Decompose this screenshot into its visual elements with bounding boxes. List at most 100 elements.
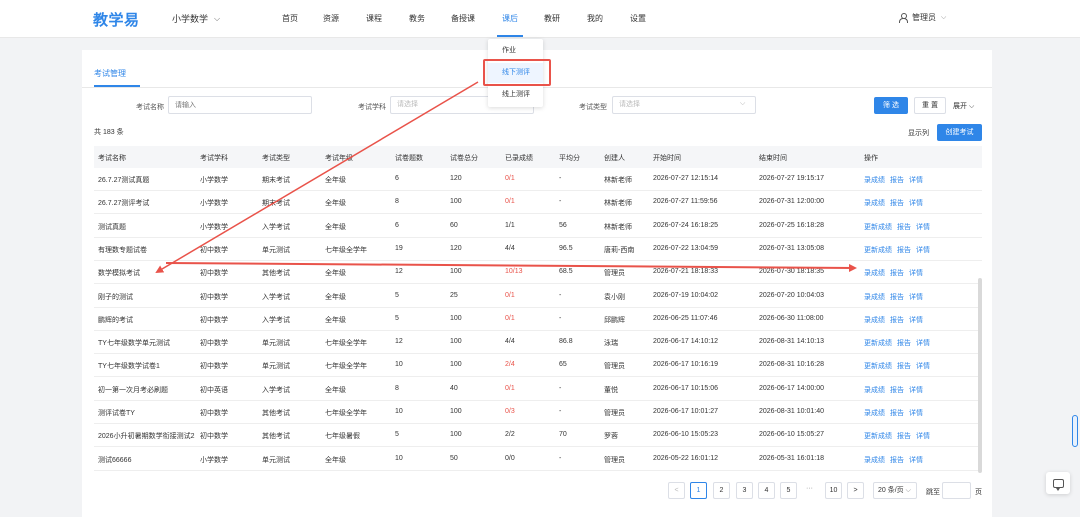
details-link[interactable]: 详情 (909, 198, 923, 208)
table-scrollbar[interactable] (978, 278, 982, 473)
cell-end-time: 2026-06-17 14:00:00 (759, 384, 824, 392)
subject-selector[interactable]: 小学数学 ⌵ (172, 12, 220, 25)
details-link[interactable]: 详情 (909, 455, 923, 465)
details-link[interactable]: 详情 (909, 268, 923, 278)
pagination-page-4[interactable]: 4 (758, 482, 775, 499)
col-header-end-time: 结束时间 (759, 155, 787, 162)
show-columns-button[interactable]: 显示列 (908, 128, 929, 138)
details-link[interactable]: 详情 (909, 385, 923, 395)
record-score-link[interactable]: 录成绩 (864, 455, 885, 465)
chat-button[interactable] (1046, 472, 1070, 494)
page-size-select[interactable]: 20 条/页 ⌵ (873, 482, 917, 499)
nav-item-settings[interactable]: 设置 (630, 13, 646, 24)
cell-subject: 初中数学 (200, 316, 228, 324)
pagination-next[interactable]: > (847, 482, 864, 499)
cell-end-time: 2026-05-31 16:01:18 (759, 454, 824, 462)
table-header: 考试名称 考试学科 考试类型 考试年级 试卷题数 试卷总分 已录成绩 平均分 创… (94, 146, 982, 168)
cell-grade: 七年级全学年 (325, 410, 367, 417)
record-score-link[interactable]: 录成绩 (864, 385, 885, 395)
cell-creator: 邱鹏辉 (604, 316, 625, 324)
report-link[interactable]: 报告 (890, 455, 904, 465)
cell-average: - (559, 175, 562, 182)
expand-toggle[interactable]: 展开 ⌵ (953, 101, 974, 111)
chevron-down-icon: ⌵ (968, 103, 975, 110)
details-link[interactable]: 详情 (916, 245, 930, 255)
nav-item-courses[interactable]: 课程 (366, 13, 382, 24)
nav-item-mine[interactable]: 我的 (587, 13, 603, 24)
create-exam-button[interactable]: 创建考试 (937, 124, 982, 141)
nav-item-after-class[interactable]: 课后 (502, 13, 518, 24)
report-link[interactable]: 报告 (890, 315, 904, 325)
row-actions: 更新成绩 报告 详情 (864, 338, 930, 348)
jump-page-input[interactable] (942, 482, 971, 499)
filter-button[interactable]: 筛 选 (874, 97, 908, 114)
page-scrollbar-thumb[interactable] (1072, 415, 1078, 447)
cell-type: 期末考试 (262, 177, 290, 184)
exam-type-select[interactable]: 请选择 (612, 96, 756, 114)
record-score-link[interactable]: 更新成绩 (864, 361, 892, 371)
details-link[interactable]: 详情 (909, 175, 923, 185)
record-score-link[interactable]: 更新成绩 (864, 245, 892, 255)
report-link[interactable]: 报告 (890, 198, 904, 208)
record-score-link[interactable]: 更新成绩 (864, 338, 892, 348)
exam-name-input[interactable] (168, 96, 312, 114)
pagination-page-1[interactable]: 1 (690, 482, 707, 499)
user-menu[interactable]: 管理员 ⌵ (898, 12, 946, 23)
annotation-highlight-box (483, 59, 551, 86)
details-link[interactable]: 详情 (909, 315, 923, 325)
cell-exam-name: 测评试卷TY (98, 410, 135, 417)
report-link[interactable]: 报告 (897, 361, 911, 371)
cell-grade: 全年级 (325, 223, 346, 231)
pagination-page-3[interactable]: 3 (736, 482, 753, 499)
details-link[interactable]: 详情 (916, 222, 930, 232)
report-link[interactable]: 报告 (897, 245, 911, 255)
pagination-page-last[interactable]: 10 (825, 482, 842, 499)
cell-average: 70 (559, 431, 567, 439)
details-link[interactable]: 详情 (909, 408, 923, 418)
report-link[interactable]: 报告 (890, 268, 904, 278)
record-score-link[interactable]: 录成绩 (864, 268, 885, 278)
nav-item-academic[interactable]: 教务 (409, 13, 425, 24)
details-link[interactable]: 详情 (916, 361, 930, 371)
dropdown-item-online-assessment[interactable]: 线上测评 (488, 85, 543, 105)
details-link[interactable]: 详情 (916, 431, 930, 441)
record-score-link[interactable]: 录成绩 (864, 408, 885, 418)
cell-questions: 5 (395, 314, 399, 322)
report-link[interactable]: 报告 (890, 385, 904, 395)
record-score-link[interactable]: 录成绩 (864, 315, 885, 325)
record-score-link[interactable]: 更新成绩 (864, 222, 892, 232)
details-link[interactable]: 详情 (916, 338, 930, 348)
record-score-link[interactable]: 录成绩 (864, 198, 885, 208)
tab-exam-management[interactable]: 考试管理 (94, 68, 126, 79)
record-score-link[interactable]: 录成绩 (864, 175, 885, 185)
cell-grade: 全年级 (325, 293, 346, 301)
report-link[interactable]: 报告 (890, 292, 904, 302)
report-link[interactable]: 报告 (897, 222, 911, 232)
app-logo[interactable]: 教学易 (93, 9, 140, 30)
cell-type: 其他考试 (262, 410, 290, 417)
cell-exam-name: 鹏辉的考试 (98, 316, 133, 324)
details-link[interactable]: 详情 (909, 292, 923, 302)
cell-entered: 0/0 (505, 454, 515, 462)
record-score-link[interactable]: 更新成绩 (864, 431, 892, 441)
col-header-entered: 已录成绩 (505, 155, 533, 162)
nav-item-research[interactable]: 教研 (544, 13, 560, 24)
col-header-actions: 操作 (864, 155, 878, 162)
cell-subject: 小学数学 (200, 223, 228, 231)
nav-item-resources[interactable]: 资源 (323, 13, 339, 24)
pagination-page-2[interactable]: 2 (713, 482, 730, 499)
nav-item-home[interactable]: 首页 (282, 13, 298, 24)
pagination-page-5[interactable]: 5 (780, 482, 797, 499)
report-link[interactable]: 报告 (890, 175, 904, 185)
pagination-ellipsis[interactable]: ··· (806, 485, 813, 492)
cell-average: 86.8 (559, 338, 573, 346)
record-score-link[interactable]: 录成绩 (864, 292, 885, 302)
reset-button[interactable]: 重 置 (914, 97, 946, 114)
pagination-prev[interactable]: < (668, 482, 685, 499)
dropdown-item-homework[interactable]: 作业 (488, 41, 543, 61)
row-actions: 更新成绩 报告 详情 (864, 245, 930, 255)
report-link[interactable]: 报告 (890, 408, 904, 418)
report-link[interactable]: 报告 (897, 431, 911, 441)
report-link[interactable]: 报告 (897, 338, 911, 348)
nav-item-lesson-prep[interactable]: 备授课 (451, 13, 475, 24)
